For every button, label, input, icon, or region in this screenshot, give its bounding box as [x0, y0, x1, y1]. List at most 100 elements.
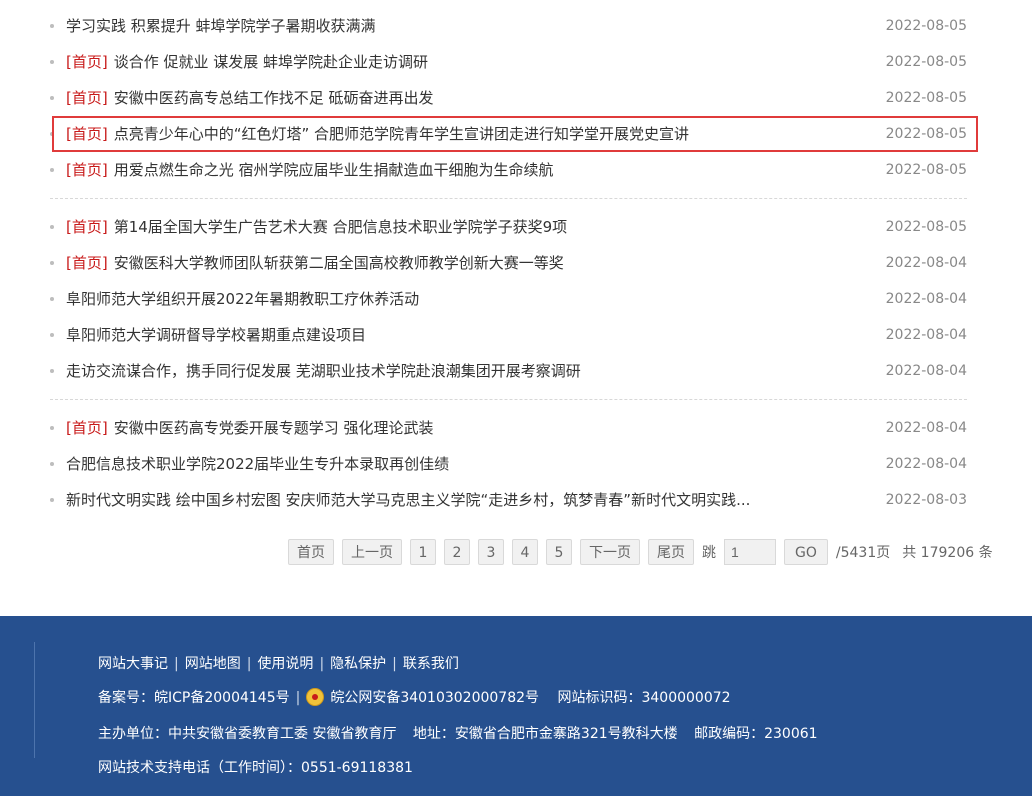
- go-button[interactable]: GO: [784, 539, 828, 565]
- news-date: 2022-08-05: [885, 219, 967, 235]
- news-date: 2022-08-04: [885, 291, 967, 307]
- next-page-button[interactable]: 下一页: [580, 539, 640, 565]
- news-date: 2022-08-05: [885, 54, 967, 70]
- separator: |: [392, 656, 397, 672]
- news-title-text: 阜阳师范大学调研督导学校暑期重点建设项目: [66, 326, 367, 344]
- news-title-link[interactable]: [首页] 用爱点燃生命之光 宿州学院应届毕业生捐献造血干细胞为生命续航: [66, 152, 827, 188]
- news-item[interactable]: [首页] 安徽中医药高专党委开展专题学习 强化理论武装 2022-08-04: [50, 410, 967, 446]
- homepage-tag: [首页]: [66, 125, 108, 143]
- page-3-button[interactable]: 3: [478, 539, 504, 565]
- page-2-button[interactable]: 2: [444, 539, 470, 565]
- news-item[interactable]: 阜阳师范大学组织开展2022年暑期教职工疗休养活动 2022-08-04: [50, 281, 967, 317]
- news-title-link[interactable]: [首页] 谈合作 促就业 谋发展 蚌埠学院赴企业走访调研: [66, 44, 827, 80]
- news-title-link[interactable]: [首页] 点亮青少年心中的“红色灯塔” 合肥师范学院青年学生宣讲团走进行知学堂开展…: [66, 116, 827, 152]
- page-1-button[interactable]: 1: [410, 539, 436, 565]
- news-title-text: 合肥信息技术职业学院2022届毕业生专升本录取再创佳绩: [66, 455, 450, 473]
- news-date: 2022-08-04: [885, 420, 967, 436]
- news-group: 学习实践 积累提升 蚌埠学院学子暑期收获满满 2022-08-05 [首页] 谈合作 …: [50, 8, 967, 199]
- footer-link-events[interactable]: 网站大事记: [98, 656, 168, 672]
- pagination: 首页 上一页 1 2 3 4 5 下一页 尾页 跳 GO /5431页 共 17…: [288, 538, 993, 566]
- sponsor-text: 主办单位：中共安徽省委教育工委 安徽省教育厅: [98, 726, 397, 742]
- news-date: 2022-08-04: [885, 327, 967, 343]
- address-text: 地址：安徽省合肥市金寨路321号教科大楼: [412, 726, 678, 742]
- jump-page-input[interactable]: [724, 539, 776, 565]
- bullet-icon: [50, 297, 54, 301]
- prev-page-button[interactable]: 上一页: [342, 539, 402, 565]
- news-title-link[interactable]: 阜阳师范大学组织开展2022年暑期教职工疗休养活动: [66, 281, 827, 317]
- news-item[interactable]: [首页] 第14届全国大学生广告艺术大赛 合肥信息技术职业学院学子获奖9项 2022…: [50, 209, 967, 245]
- news-title-link[interactable]: [首页] 安徽医科大学教师团队斩获第二届全国高校教师教学创新大赛一等奖: [66, 245, 827, 281]
- bullet-icon: [50, 24, 54, 28]
- news-title-link[interactable]: 学习实践 积累提升 蚌埠学院学子暑期收获满满: [66, 8, 827, 44]
- news-title-link[interactable]: 合肥信息技术职业学院2022届毕业生专升本录取再创佳绩: [66, 446, 827, 482]
- bullet-icon: [50, 261, 54, 265]
- jump-label: 跳: [702, 545, 716, 561]
- news-item[interactable]: 合肥信息技术职业学院2022届毕业生专升本录取再创佳绩 2022-08-04: [50, 446, 967, 482]
- news-date: 2022-08-05: [885, 162, 967, 178]
- news-item[interactable]: [首页] 点亮青少年心中的“红色灯塔” 合肥师范学院青年学生宣讲团走进行知学堂开展…: [50, 116, 967, 152]
- homepage-tag: [首页]: [66, 218, 108, 236]
- footer-link-sitemap[interactable]: 网站地图: [185, 656, 241, 672]
- icp-link[interactable]: 备案号：皖ICP备20004145号: [98, 690, 290, 706]
- news-item[interactable]: 走访交流谋合作，携手同行促发展 芜湖职业技术学院赴浪潮集团开展考察调研 2022-…: [50, 353, 967, 389]
- footer-divider: [34, 642, 35, 758]
- news-title-link[interactable]: [首页] 安徽中医药高专总结工作找不足 砥砺奋进再出发: [66, 80, 827, 116]
- bullet-icon: [50, 369, 54, 373]
- news-title-link[interactable]: 新时代文明实践 绘中国乡村宏图 安庆师范大学马克思主义学院“走进乡村，筑梦青春”…: [66, 482, 827, 518]
- footer-links: 网站大事记 | 网站地图 | 使用说明 | 隐私保护 | 联系我们: [98, 654, 459, 674]
- page-5-button[interactable]: 5: [546, 539, 572, 565]
- footer-link-instructions[interactable]: 使用说明: [257, 656, 313, 672]
- news-item[interactable]: 阜阳师范大学调研督导学校暑期重点建设项目 2022-08-04: [50, 317, 967, 353]
- news-title-text: 安徽中医药高专党委开展专题学习 强化理论武装: [113, 419, 434, 437]
- news-item[interactable]: 学习实践 积累提升 蚌埠学院学子暑期收获满满 2022-08-05: [50, 8, 967, 44]
- homepage-tag: [首页]: [66, 419, 108, 437]
- footer-sponsor-row: 主办单位：中共安徽省委教育工委 安徽省教育厅 地址：安徽省合肥市金寨路321号教…: [98, 724, 818, 744]
- homepage-tag: [首页]: [66, 89, 108, 107]
- news-title-text: 安徽医科大学教师团队斩获第二届全国高校教师教学创新大赛一等奖: [113, 254, 564, 272]
- police-badge-icon: [306, 688, 325, 706]
- footer-registration: 备案号：皖ICP备20004145号 | 皖公网安备34010302000782号 …: [98, 688, 731, 708]
- bullet-icon: [50, 96, 54, 100]
- news-title-text: 安徽中医药高专总结工作找不足 砥砺奋进再出发: [113, 89, 434, 107]
- news-date: 2022-08-04: [885, 363, 967, 379]
- news-title-text: 学习实践 积累提升 蚌埠学院学子暑期收获满满: [66, 17, 376, 35]
- news-item[interactable]: [首页] 安徽中医药高专总结工作找不足 砥砺奋进再出发 2022-08-05: [50, 80, 967, 116]
- page-4-button[interactable]: 4: [512, 539, 538, 565]
- news-group: [首页] 安徽中医药高专党委开展专题学习 强化理论武装 2022-08-04 合肥信息…: [50, 410, 967, 528]
- footer-link-contact[interactable]: 联系我们: [403, 656, 459, 672]
- news-date: 2022-08-04: [885, 456, 967, 472]
- news-title-text: 点亮青少年心中的“红色灯塔” 合肥师范学院青年学生宣讲团走进行知学堂开展党史宣讲: [113, 125, 690, 143]
- news-title-link[interactable]: 阜阳师范大学调研督导学校暑期重点建设项目: [66, 317, 827, 353]
- news-list: 学习实践 积累提升 蚌埠学院学子暑期收获满满 2022-08-05 [首页] 谈合作 …: [50, 8, 967, 538]
- news-title-text: 阜阳师范大学组织开展2022年暑期教职工疗休养活动: [66, 290, 420, 308]
- total-pages: /5431页: [835, 545, 891, 561]
- news-title-text: 走访交流谋合作，携手同行促发展 芜湖职业技术学院赴浪潮集团开展考察调研: [66, 362, 581, 380]
- total-items: 共 179206 条: [902, 545, 993, 561]
- news-item[interactable]: [首页] 安徽医科大学教师团队斩获第二届全国高校教师教学创新大赛一等奖 2022-0…: [50, 245, 967, 281]
- homepage-tag: [首页]: [66, 161, 108, 179]
- news-date: 2022-08-04: [885, 255, 967, 271]
- news-item[interactable]: 新时代文明实践 绘中国乡村宏图 安庆师范大学马克思主义学院“走进乡村，筑梦青春”…: [50, 482, 967, 518]
- footer-link-privacy[interactable]: 隐私保护: [330, 656, 386, 672]
- content-area: 学习实践 积累提升 蚌埠学院学子暑期收获满满 2022-08-05 [首页] 谈合作 …: [0, 0, 1032, 616]
- police-record-link[interactable]: 皖公网安备34010302000782号: [330, 690, 539, 706]
- bullet-icon: [50, 225, 54, 229]
- news-date: 2022-08-05: [885, 18, 967, 34]
- news-title-link[interactable]: [首页] 安徽中医药高专党委开展专题学习 强化理论武装: [66, 410, 827, 446]
- first-page-button[interactable]: 首页: [288, 539, 334, 565]
- news-title-text: 用爱点燃生命之光 宿州学院应届毕业生捐献造血干细胞为生命续航: [113, 161, 554, 179]
- postcode-text: 邮政编码：230061: [694, 726, 818, 742]
- bullet-icon: [50, 426, 54, 430]
- news-item[interactable]: [首页] 用爱点燃生命之光 宿州学院应届毕业生捐献造血干细胞为生命续航 2022-0…: [50, 152, 967, 188]
- footer-support: 网站技术支持电话（工作时间）：0551-69118381: [98, 758, 413, 778]
- bullet-icon: [50, 60, 54, 64]
- last-page-button[interactable]: 尾页: [648, 539, 694, 565]
- news-date: 2022-08-05: [885, 126, 967, 142]
- separator: |: [174, 656, 179, 672]
- homepage-tag: [首页]: [66, 254, 108, 272]
- news-item[interactable]: [首页] 谈合作 促就业 谋发展 蚌埠学院赴企业走访调研 2022-08-05: [50, 44, 967, 80]
- separator: |: [319, 656, 325, 672]
- news-title-link[interactable]: 走访交流谋合作，携手同行促发展 芜湖职业技术学院赴浪潮集团开展考察调研: [66, 353, 827, 389]
- news-title-link[interactable]: [首页] 第14届全国大学生广告艺术大赛 合肥信息技术职业学院学子获奖9项: [66, 209, 827, 245]
- news-group: [首页] 第14届全国大学生广告艺术大赛 合肥信息技术职业学院学子获奖9项 2022…: [50, 209, 967, 400]
